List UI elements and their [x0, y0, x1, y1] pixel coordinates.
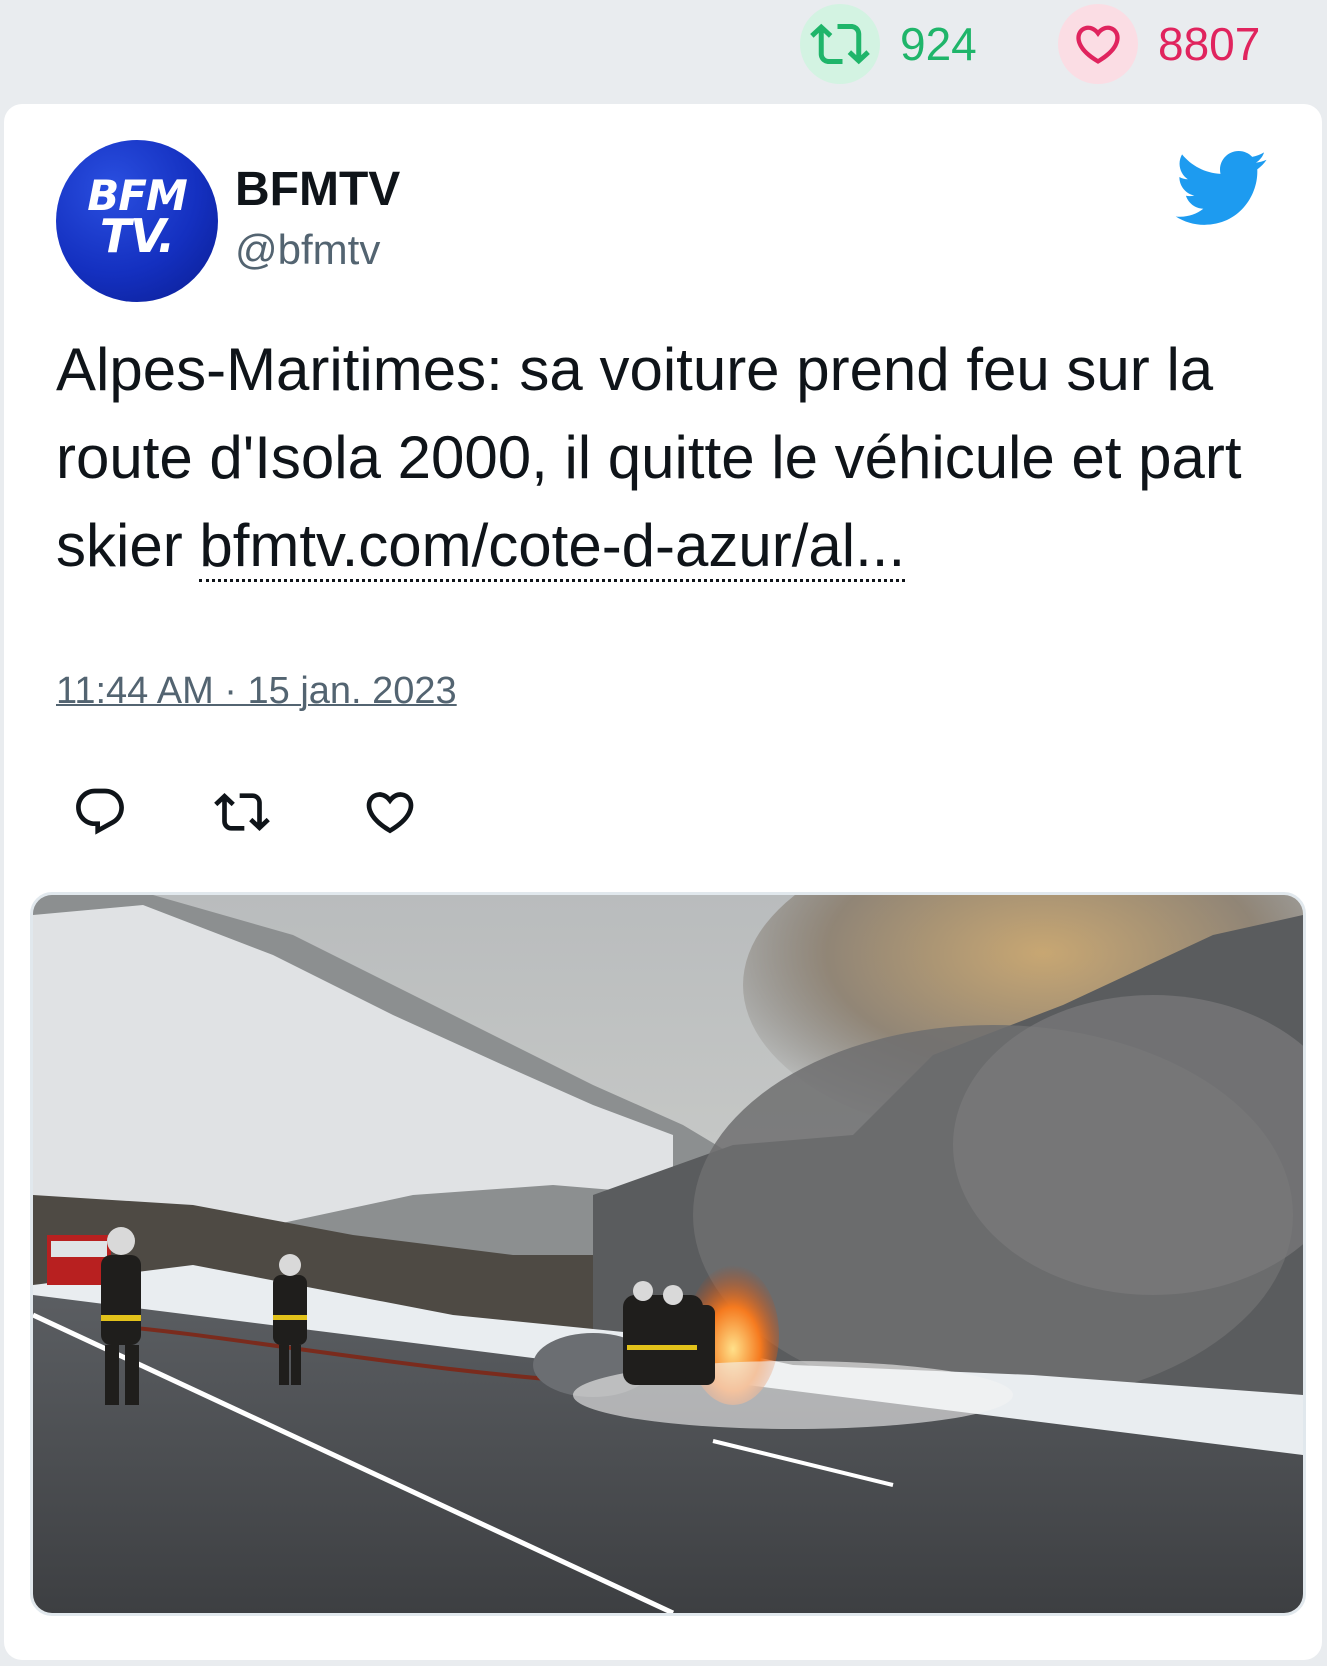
retweet-count: 924 [900, 18, 977, 70]
retweet-icon [800, 4, 880, 84]
bfmtv-logo: BFM TV. [56, 175, 218, 263]
stats-bar: 924 8807 [0, 0, 1327, 102]
like-stat[interactable]: 8807 [1058, 4, 1260, 84]
like-count: 8807 [1158, 18, 1261, 70]
tweet-photo[interactable] [30, 892, 1306, 1616]
tweet-link[interactable]: bfmtv.com/cote-d-azur/al... [199, 512, 906, 582]
tweet-timestamp[interactable]: 11:44 AM · 15 jan. 2023 [56, 670, 457, 713]
display-name[interactable]: BFMTV [235, 162, 400, 217]
car-fire-photo [33, 895, 1303, 1613]
retweet-stat[interactable]: 924 [800, 4, 977, 84]
reply-icon[interactable] [72, 784, 128, 840]
user-handle[interactable]: @bfmtv [235, 226, 380, 274]
tweet-card: BFM TV. BFMTV @bfmtv Alpes-Maritimes: sa… [4, 104, 1322, 1660]
heart-icon [1058, 4, 1138, 84]
like-icon[interactable] [362, 784, 418, 840]
retweet-action-icon[interactable] [214, 784, 270, 840]
avatar[interactable]: BFM TV. [56, 140, 218, 302]
tweet-text: Alpes-Maritimes: sa voiture prend feu su… [56, 326, 1296, 590]
logo-line-2: TV. [99, 209, 175, 263]
twitter-bird-icon[interactable] [1172, 148, 1268, 228]
